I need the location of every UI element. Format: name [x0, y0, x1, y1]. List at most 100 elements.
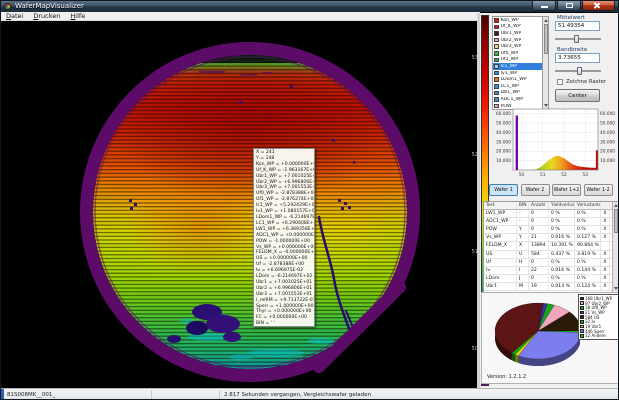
status-bar: 81S008MK__001_ 2.817 Sekunden vergangen,… [1, 388, 619, 400]
column-header: Test [484, 202, 517, 209]
scroll-down-icon[interactable] [614, 287, 618, 290]
bandbreite-field[interactable]: 3.73655 [555, 53, 600, 63]
table-cell: 0 [529, 210, 549, 217]
mittelwert-field[interactable]: 51.49354 [555, 21, 600, 31]
colorbar-tick-label: 52 [463, 152, 478, 158]
column-header: Yieldverlust [549, 202, 575, 209]
zeichne-raster-checkbox[interactable] [557, 79, 563, 85]
status-field-filename: 81S008MK__001_ [7, 392, 55, 398]
slider-thumb[interactable] [577, 67, 582, 75]
table-row[interactable]: Vs_WPY210.016 %0.127 %X [484, 234, 618, 242]
parameter-item-lw1_wp[interactable]: LW1_WP [493, 90, 548, 97]
histogram-outlier-spike [516, 116, 518, 170]
svg-text:20.000: 20.000 [496, 149, 511, 155]
parameter-item-iv1_wp[interactable]: Iv1_WP [493, 70, 548, 77]
parameter-item-ubr2_wp[interactable]: Ubr2_WP [493, 37, 548, 44]
menu-drucken[interactable]: Drucken [28, 12, 65, 21]
table-cell: 0 % [549, 275, 575, 282]
svg-text:40.000: 40.000 [600, 130, 615, 136]
pie-chart-svg [484, 295, 580, 381]
wafer-map-area[interactable]: X = 241Y = 148Kon_WP = +0.000000E+00Uf_K… [1, 21, 480, 388]
parameter-item-label: Kon_WP [501, 18, 519, 23]
table-cell: 90.864 % [575, 242, 601, 249]
row-remove-button[interactable]: X [601, 275, 610, 282]
title-bar[interactable]: WaferMapVisualizer [1, 1, 618, 12]
parameter-item-adc1_wp[interactable]: ADC1_WP [493, 96, 548, 103]
parameter-item-ubr3_wp[interactable]: Ubr3_WP [493, 43, 548, 50]
parameter-list-scrollbar[interactable] [542, 16, 549, 110]
svg-text:60.000: 60.000 [600, 111, 615, 117]
tooltip-line: Ubr2 = +6.996806E+01 [256, 286, 314, 292]
table-cell: ADC1_WP [484, 218, 517, 225]
app-window: WaferMapVisualizer DateiDruckenHilfe [0, 0, 619, 400]
row-remove-button[interactable]: X [601, 283, 610, 290]
pie-legend-swatch [580, 334, 584, 338]
table-scrollbar[interactable] [612, 202, 618, 292]
parameter-item-uf0_wp[interactable]: Uf0_WP [493, 50, 548, 57]
parameter-color-swatch [494, 51, 499, 56]
scroll-up-icon[interactable] [544, 19, 548, 22]
tab-wafer-1-2[interactable]: Wafer 1-2 [584, 184, 613, 196]
table-row[interactable]: IvI220.016 %0.144 %X [484, 267, 618, 275]
parameter-item-label: Ubr1_WP [501, 31, 522, 36]
table-cell: 21 [529, 234, 549, 241]
row-remove-button[interactable]: X [601, 251, 610, 258]
table-cell: POW [484, 226, 517, 233]
tooltip-line: LC1_WP = +6.290608E+02 [256, 221, 314, 227]
parameter-item-lc1_wp[interactable]: LC1_WP [493, 83, 548, 90]
center-button[interactable]: Center [555, 89, 600, 102]
table-row[interactable]: LDomJ00 %0 %X [484, 275, 618, 283]
parameter-item-ubr1_wp[interactable]: Ubr1_WP [493, 30, 548, 37]
row-remove-button[interactable]: X [601, 259, 610, 266]
table-cell: Iv [484, 267, 517, 274]
maximize-button[interactable] [557, 1, 581, 11]
row-remove-button[interactable]: X [601, 267, 610, 274]
wafer-tabs: Wafer 1Wafer 2Wafer 1+2Wafer 1-2 [489, 184, 619, 196]
table-row[interactable]: UfH00 %0 %X [484, 259, 618, 267]
table-row[interactable]: FELDM_XX1389410.391 %90.864 % [484, 242, 618, 250]
slider-thumb[interactable] [574, 35, 579, 43]
colorbar-tick-label: 51 [463, 249, 478, 255]
scroll-up-icon[interactable] [614, 204, 618, 207]
svg-text:40.000: 40.000 [496, 130, 511, 136]
results-table: TestBINAnzahlYieldverlustVerlustanteil L… [483, 201, 619, 293]
tab-wafer-2[interactable]: Wafer 2 [521, 184, 550, 196]
row-remove-button[interactable]: X [601, 226, 610, 233]
table-cell: 19 [529, 283, 549, 290]
table-cell: 0 % [575, 226, 601, 233]
table-cell: X [517, 242, 529, 249]
table-cell: 0.144 % [575, 267, 601, 274]
menu-hilfe[interactable]: Hilfe [65, 12, 90, 21]
parameter-item-ldom1_wp[interactable]: LDom1_WP [493, 76, 548, 83]
minimize-button[interactable] [532, 1, 556, 11]
pie-legend-item: 12 Andere [580, 334, 617, 339]
parameter-item-label: LW1_WP [501, 90, 520, 95]
bandbreite-slider[interactable] [555, 66, 601, 75]
table-row[interactable]: Ubr1M190.014 %0.124 %X [484, 283, 618, 291]
parameter-item-kon_wp[interactable]: Kon_WP [493, 17, 548, 24]
svg-text:50.000: 50.000 [600, 121, 615, 127]
table-row[interactable]: ADC1_WP-00 %0 %X [484, 218, 618, 226]
table-cell: 0 % [549, 259, 575, 266]
parameter-item-ic1_wp[interactable]: Ic1_WP [493, 63, 548, 70]
table-row[interactable]: POWY00 %0 %X [484, 226, 618, 234]
table-row[interactable]: USU5840.437 %3.819 %X [484, 251, 618, 259]
table-row[interactable]: LW1_WP-00 %0 %X [484, 210, 618, 218]
table-cell: U [517, 251, 529, 258]
menu-datei[interactable]: Datei [1, 12, 28, 21]
tab-wafer-1[interactable]: Wafer 1 [489, 184, 518, 196]
row-remove-button[interactable]: X [601, 210, 610, 217]
row-remove-button[interactable]: X [601, 234, 610, 241]
colorbar-tick-label: 50 [463, 346, 478, 352]
close-button[interactable] [582, 1, 615, 11]
tab-wafer-1+2[interactable]: Wafer 1+2 [552, 184, 581, 196]
mittelwert-slider[interactable] [555, 34, 601, 43]
row-remove-button[interactable]: X [601, 218, 610, 225]
parameter-item-uf1_wp[interactable]: Uf1_WP [493, 57, 548, 64]
table-cell: FELDM_X [484, 242, 517, 249]
parameter-item-uf_k_wp[interactable]: Uf_K_WP [493, 24, 548, 31]
parameter-color-swatch [494, 38, 499, 43]
tooltip-line: Ubr3 = +7.001553E+01 [256, 292, 314, 298]
table-cell: 0 [529, 218, 549, 225]
colorbar-tick-label: 53 [463, 55, 478, 61]
